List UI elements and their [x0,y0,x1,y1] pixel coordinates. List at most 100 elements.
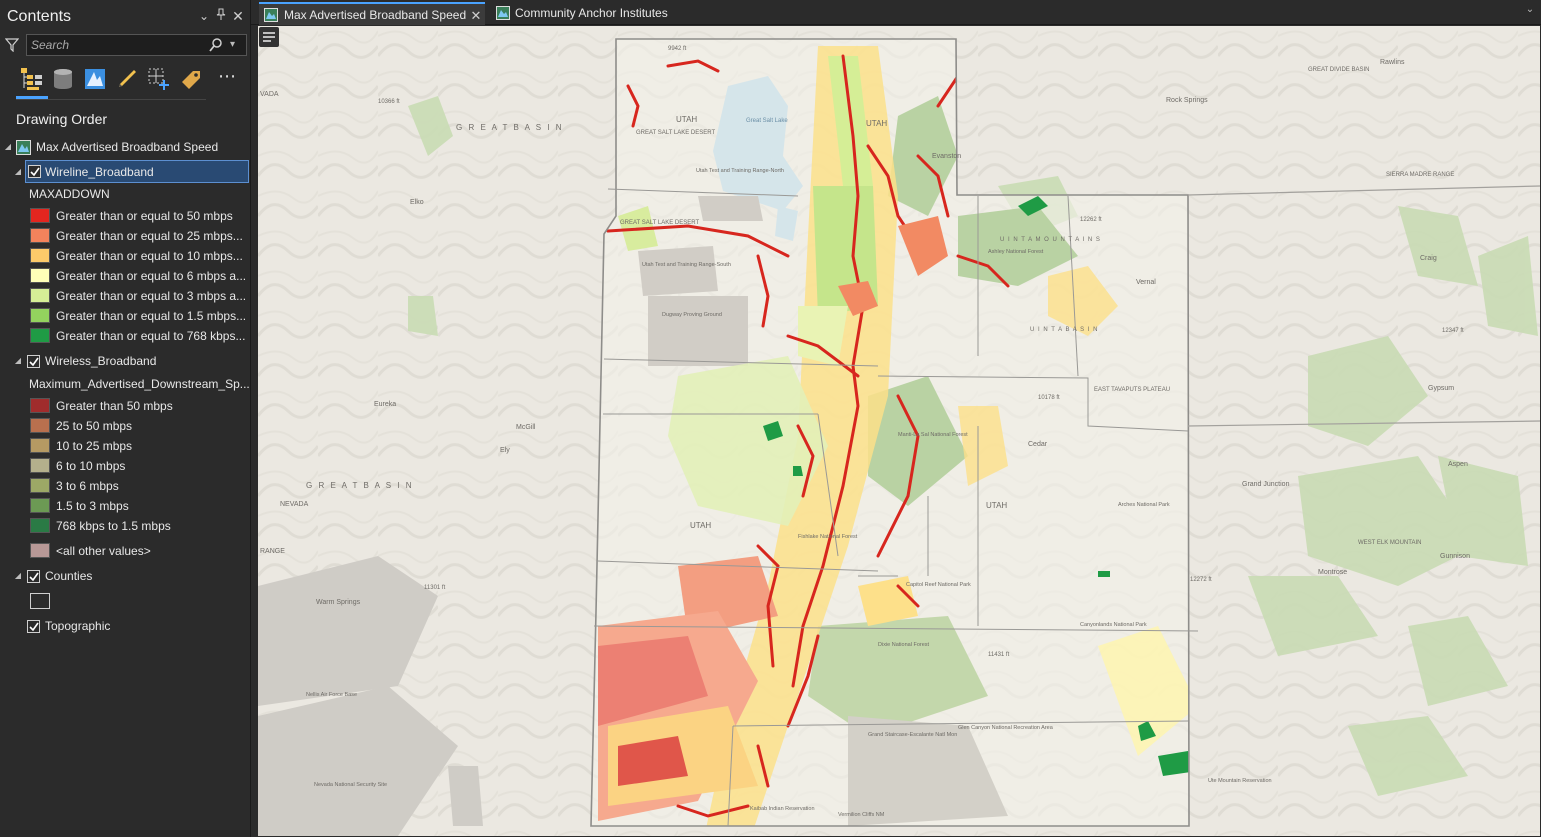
map-canvas[interactable]: G R E A T B A S I N G R E A T B A S I N … [258,26,1540,836]
legend-swatch [30,478,50,493]
map-label: Gunnison [1440,553,1470,560]
map-label: UTAH [866,119,887,128]
legend-swatch [30,288,50,303]
collapse-arrow-icon[interactable]: ◢ [13,162,23,182]
search-options-chevron-icon[interactable]: ▾ [230,37,242,53]
map-label: UTAH [690,521,711,530]
map-view[interactable]: G R E A T B A S I N G R E A T B A S I N … [258,26,1540,836]
toolbar-divider [16,99,206,100]
map-label: U I N T A B A S I N [1030,327,1098,333]
layer-visibility-checkbox[interactable] [27,620,40,633]
layer-visibility-checkbox[interactable] [27,355,40,368]
map-label: Gypsum [1428,385,1454,392]
tab-list-chevron-icon[interactable]: ⌄ [1523,4,1537,20]
search-box[interactable]: ▾ [26,34,247,56]
map-label: WEST ELK MOUNTAIN [1358,540,1421,546]
layer-wireline-broadband[interactable]: Wireline_Broadband [25,160,249,183]
map-label: Glen Canyon National Recreation Area [958,725,1054,731]
map-label: Grand Staircase-Escalante Natl Mon [868,732,957,738]
map-label: G R E A T B A S I N [456,123,564,132]
legend-label: Greater than or equal to 6 mbps a... [56,269,247,283]
legend-item: Greater than or equal to 10 mbps... [0,246,251,266]
contents-toolbar: ⋯ [14,64,236,96]
map-label: Rawlins [1380,59,1405,66]
map-item[interactable]: ◢ Max Advertised Broadband Speed [0,137,251,157]
list-by-data-source-icon[interactable] [50,66,76,92]
layer-name: Wireline_Broadband [45,165,154,179]
legend-swatch [30,593,50,609]
contents-header: Contents ⌄ ✕ [0,0,251,32]
map-label: 12262 ft [1080,217,1102,223]
map-label: NEVADA [280,501,309,508]
map-label: 12272 ft [1190,577,1212,583]
layer-name: Wireless_Broadband [45,354,157,368]
filter-icon[interactable] [5,38,19,52]
layer-topographic[interactable]: Topographic [0,616,251,636]
pane-options-chevron-icon[interactable]: ⌄ [197,8,211,24]
map-label: Vernal [1136,279,1156,286]
map-label: 10366 ft [378,99,400,105]
map-label: 11431 ft [988,652,1010,658]
legend-swatch [30,518,50,533]
collapse-arrow-icon[interactable]: ◢ [13,566,23,586]
tab-community-anchor-institutes[interactable]: Community Anchor Institutes [491,2,691,25]
map-label: EAST TAVAPUTS PLATEAU [1094,387,1170,393]
pin-icon[interactable] [214,8,228,24]
map-tools-icon[interactable] [258,26,280,48]
legend-item: 1.5 to 3 mbps [0,496,251,516]
map-label: Ashley National Forest [988,249,1044,255]
collapse-arrow-icon[interactable]: ◢ [13,351,23,371]
legend-label: 6 to 10 mbps [56,459,126,473]
legend-label: 25 to 50 mbps [56,419,133,433]
map-label: Canyonlands National Park [1080,622,1147,628]
map-label: Rock Springs [1166,97,1208,104]
layer-visibility-checkbox[interactable] [28,165,41,178]
legend-item: 25 to 50 mbps [0,416,251,436]
layer-name: Topographic [45,619,111,633]
tab-max-advertised-broadband-speed[interactable]: Max Advertised Broadband Speed ✕ [259,2,485,25]
legend-item [0,591,251,611]
legend-swatch [30,398,50,413]
legend-label: Greater than or equal to 50 mbps [56,209,233,223]
map-label: Aspen [1448,461,1468,468]
map-label: McGill [516,424,536,431]
map-label: Montrose [1318,569,1347,576]
close-tab-icon[interactable]: ✕ [469,5,483,25]
list-by-editing-icon[interactable] [114,66,140,92]
map-label: 9942 ft [668,46,687,52]
legend-swatch [30,208,50,223]
list-by-labeling-icon[interactable] [178,66,204,92]
contents-pane: Contents ⌄ ✕ ▾ ⋯ Dr [0,0,251,837]
close-icon[interactable]: ✕ [231,8,245,24]
legend-field-heading: MAXADDOWN [0,184,251,204]
list-by-snapping-icon[interactable] [146,66,172,92]
legend-item: <all other values> [0,541,251,561]
layer-counties[interactable]: ◢ Counties [0,566,251,586]
layer-visibility-checkbox[interactable] [27,570,40,583]
map-label: RANGE [260,548,285,555]
map-label: Cedar [1028,441,1048,448]
search-input[interactable] [31,37,201,53]
legend-swatch [30,438,50,453]
map-label: GREAT SALT LAKE DESERT [636,130,715,136]
list-by-selection-icon[interactable] [82,66,108,92]
collapse-arrow-icon[interactable]: ◢ [3,137,13,157]
legend-label: <all other values> [56,544,151,558]
map-label: Capitol Reef National Park [906,582,971,588]
map-label: VADA [260,91,279,98]
legend-item: Greater than or equal to 6 mbps a... [0,266,251,286]
map-label: Warm Springs [316,599,361,606]
legend-item: Greater than or equal to 25 mbps... [0,226,251,246]
more-options-icon[interactable]: ⋯ [214,66,240,92]
map-label: Evanston [932,153,961,160]
legend-item: Greater than or equal to 3 mbps a... [0,286,251,306]
map-label: Vermilion Cliffs NM [838,812,885,818]
field-name: Maximum_Advertised_Downstream_Sp... [29,377,250,391]
layer-wireless-broadband[interactable]: ◢ Wireless_Broadband [0,351,251,371]
map-label: Kaibab Indian Reservation [750,806,815,812]
search-icon[interactable] [208,37,224,53]
legend-label: Greater than or equal to 10 mbps... [56,249,243,263]
list-by-drawing-order-icon[interactable] [18,66,44,92]
map-label: Great Salt Lake [746,118,788,124]
map-label: G R E A T B A S I N [306,481,414,490]
